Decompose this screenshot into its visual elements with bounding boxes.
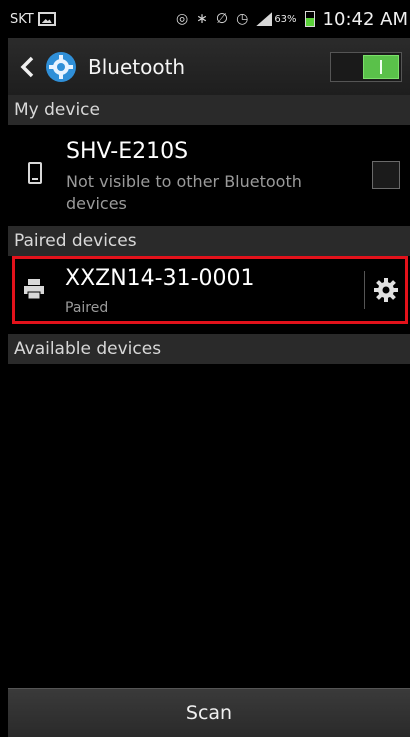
status-bar: SKT ◎ ∗ ∅ ◷ 63% 10:42 AM [8,0,410,38]
paired-device-name: XXZN14-31-0001 [65,266,255,291]
my-device-name: SHV-E210S [66,139,189,164]
back-icon[interactable] [16,56,38,78]
phone-icon [28,162,42,184]
bluetooth-toggle[interactable] [330,51,402,82]
status-icons: ◎ ∗ ∅ ◷ 63% 10:42 AM [176,9,408,30]
toggle-knob [363,54,399,79]
paired-device-row[interactable]: XXZN14-31-0001 Paired [12,256,408,324]
paired-device-status: Paired [65,300,109,316]
battery-percent: 63% [274,13,297,25]
gear-icon[interactable] [372,276,400,304]
mute-icon: ∅ [215,11,229,27]
divider [364,271,365,309]
action-bar: Bluetooth [8,38,410,96]
section-my-device: My device [8,95,410,125]
clock: 10:42 AM [322,8,408,30]
section-available-devices: Available devices [8,334,410,364]
my-device-row[interactable]: SHV-E210S Not visible to other Bluetooth… [8,125,410,225]
carrier-label: SKT [10,11,34,27]
visibility-checkbox[interactable] [372,161,400,189]
my-device-status: Not visible to other Bluetooth devices [66,172,302,213]
eye-icon: ◎ [175,11,189,27]
image-icon [37,12,56,26]
settings-gear-icon [44,50,78,84]
page-title: Bluetooth [88,54,186,79]
screen: SKT ◎ ∗ ∅ ◷ 63% 10:42 AM Bluetooth My de… [8,0,410,737]
section-paired-devices: Paired devices [8,226,410,256]
battery-icon [304,11,315,27]
alarm-icon: ◷ [236,11,249,27]
scan-button[interactable]: Scan [8,688,410,737]
signal-icon [256,12,273,26]
printer-icon [23,278,45,300]
bluetooth-icon: ∗ [196,11,208,27]
